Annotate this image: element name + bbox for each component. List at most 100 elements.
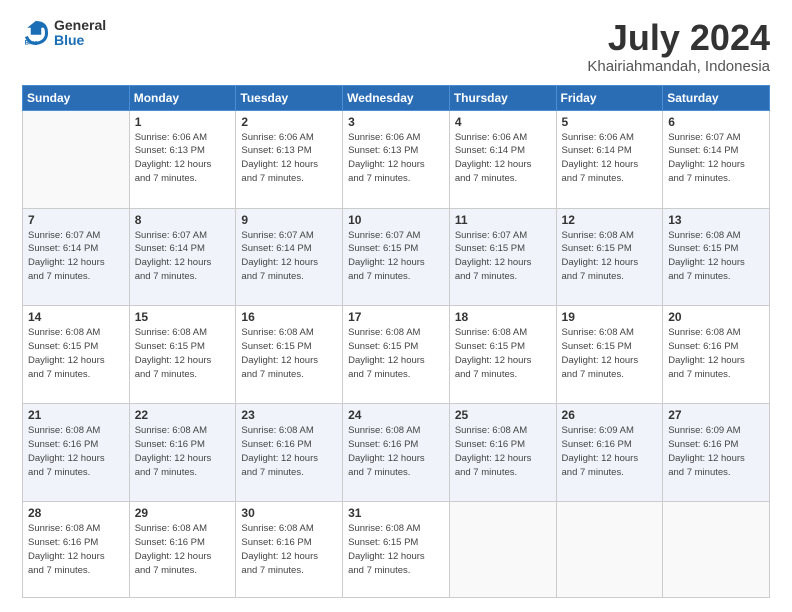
svg-text:Blue: Blue [25, 40, 39, 47]
logo-text: General Blue [54, 18, 106, 49]
day-info: Sunrise: 6:08 AM Sunset: 6:16 PM Dayligh… [241, 424, 337, 479]
table-row: 24Sunrise: 6:08 AM Sunset: 6:16 PM Dayli… [343, 404, 450, 502]
header-friday: Friday [556, 85, 663, 110]
day-info: Sunrise: 6:07 AM Sunset: 6:14 PM Dayligh… [241, 229, 337, 284]
day-number: 7 [28, 213, 124, 227]
table-row: 17Sunrise: 6:08 AM Sunset: 6:15 PM Dayli… [343, 306, 450, 404]
table-row: 23 Sunrise: 6:08 AM Sunset: 6:16 PM Dayli… [236, 404, 343, 502]
day-number: 5 [562, 115, 658, 129]
table-row: 9 Sunrise: 6:07 AM Sunset: 6:14 PM Daylig… [236, 208, 343, 306]
logo-icon: Blue [22, 19, 50, 47]
day-info: Sunrise: 6:08 AM Sunset: 6:16 PM Dayligh… [28, 424, 124, 479]
day-number: 9 [241, 213, 337, 227]
day-info: Sunrise: 6:06 AM Sunset: 6:13 PM Dayligh… [348, 131, 444, 186]
day-number: 23 [241, 408, 337, 422]
day-info: Sunrise: 6:08 AM Sunset: 6:15 PM Dayligh… [348, 522, 444, 577]
header-sunday: Sunday [23, 85, 130, 110]
table-row [663, 502, 770, 598]
table-row: 2 Sunrise: 6:06 AM Sunset: 6:13 PM Daylig… [236, 110, 343, 208]
table-row: 15 Sunrise: 6:08 AM Sunset: 6:15 PM Dayli… [129, 306, 236, 404]
table-row: 19 Sunrise: 6:08 AM Sunset: 6:15 PM Dayli… [556, 306, 663, 404]
table-row: 11 Sunrise: 6:07 AM Sunset: 6:15 PM Dayli… [449, 208, 556, 306]
table-row: 25 Sunrise: 6:08 AM Sunset: 6:16 PM Dayli… [449, 404, 556, 502]
day-number: 26 [562, 408, 658, 422]
table-row [23, 110, 130, 208]
day-info: Sunrise: 6:07 AM Sunset: 6:15 PM Dayligh… [455, 229, 551, 284]
day-info: Sunrise: 6:08 AM Sunset: 6:15 PM Dayligh… [455, 326, 551, 381]
day-number: 1 [135, 115, 231, 129]
day-number: 2 [241, 115, 337, 129]
table-row: 16 Sunrise: 6:08 AM Sunset: 6:15 PM Dayli… [236, 306, 343, 404]
day-info: Sunrise: 6:08 AM Sunset: 6:15 PM Dayligh… [668, 229, 764, 284]
table-row: 1Sunrise: 6:06 AM Sunset: 6:13 PM Daylig… [129, 110, 236, 208]
day-info: Sunrise: 6:08 AM Sunset: 6:15 PM Dayligh… [562, 326, 658, 381]
day-info: Sunrise: 6:08 AM Sunset: 6:16 PM Dayligh… [241, 522, 337, 577]
day-number: 31 [348, 506, 444, 520]
table-row [449, 502, 556, 598]
table-row: 10Sunrise: 6:07 AM Sunset: 6:15 PM Dayli… [343, 208, 450, 306]
header-tuesday: Tuesday [236, 85, 343, 110]
table-row: 28 Sunrise: 6:08 AM Sunset: 6:16 PM Dayli… [23, 502, 130, 598]
day-info: Sunrise: 6:07 AM Sunset: 6:14 PM Dayligh… [28, 229, 124, 284]
calendar-week-row: 7 Sunrise: 6:07 AM Sunset: 6:14 PM Daylig… [23, 208, 770, 306]
logo-blue-text: Blue [54, 33, 106, 48]
day-info: Sunrise: 6:08 AM Sunset: 6:16 PM Dayligh… [668, 326, 764, 381]
day-number: 27 [668, 408, 764, 422]
header-monday: Monday [129, 85, 236, 110]
day-number: 22 [135, 408, 231, 422]
day-number: 6 [668, 115, 764, 129]
day-info: Sunrise: 6:08 AM Sunset: 6:16 PM Dayligh… [135, 424, 231, 479]
table-row: 31 Sunrise: 6:08 AM Sunset: 6:15 PM Dayli… [343, 502, 450, 598]
day-number: 14 [28, 310, 124, 324]
header-wednesday: Wednesday [343, 85, 450, 110]
day-number: 18 [455, 310, 551, 324]
table-row: 14 Sunrise: 6:08 AM Sunset: 6:15 PM Dayli… [23, 306, 130, 404]
day-number: 12 [562, 213, 658, 227]
day-number: 28 [28, 506, 124, 520]
logo: Blue General Blue [22, 18, 106, 49]
header: Blue General Blue July 2024 Khairiahmand… [22, 18, 770, 75]
table-row: 13Sunrise: 6:08 AM Sunset: 6:15 PM Dayli… [663, 208, 770, 306]
day-number: 16 [241, 310, 337, 324]
title-month: July 2024 [587, 18, 770, 58]
table-row: 29Sunrise: 6:08 AM Sunset: 6:16 PM Dayli… [129, 502, 236, 598]
title-location: Khairiahmandah, Indonesia [587, 58, 770, 75]
day-number: 3 [348, 115, 444, 129]
day-number: 24 [348, 408, 444, 422]
day-info: Sunrise: 6:08 AM Sunset: 6:15 PM Dayligh… [241, 326, 337, 381]
table-row: 26 Sunrise: 6:09 AM Sunset: 6:16 PM Dayli… [556, 404, 663, 502]
day-info: Sunrise: 6:08 AM Sunset: 6:15 PM Dayligh… [28, 326, 124, 381]
table-row: 4Sunrise: 6:06 AM Sunset: 6:14 PM Daylig… [449, 110, 556, 208]
day-number: 30 [241, 506, 337, 520]
table-row [556, 502, 663, 598]
day-info: Sunrise: 6:08 AM Sunset: 6:15 PM Dayligh… [348, 326, 444, 381]
day-number: 11 [455, 213, 551, 227]
header-thursday: Thursday [449, 85, 556, 110]
weekday-header-row: Sunday Monday Tuesday Wednesday Thursday… [23, 85, 770, 110]
day-info: Sunrise: 6:08 AM Sunset: 6:16 PM Dayligh… [28, 522, 124, 577]
day-number: 21 [28, 408, 124, 422]
table-row: 20Sunrise: 6:08 AM Sunset: 6:16 PM Dayli… [663, 306, 770, 404]
calendar-week-row: 21 Sunrise: 6:08 AM Sunset: 6:16 PM Dayli… [23, 404, 770, 502]
table-row: 3 Sunrise: 6:06 AM Sunset: 6:13 PM Daylig… [343, 110, 450, 208]
title-block: July 2024 Khairiahmandah, Indonesia [587, 18, 770, 75]
day-info: Sunrise: 6:08 AM Sunset: 6:16 PM Dayligh… [455, 424, 551, 479]
day-info: Sunrise: 6:06 AM Sunset: 6:13 PM Dayligh… [241, 131, 337, 186]
day-number: 29 [135, 506, 231, 520]
table-row: 27Sunrise: 6:09 AM Sunset: 6:16 PM Dayli… [663, 404, 770, 502]
day-number: 25 [455, 408, 551, 422]
calendar-week-row: 14 Sunrise: 6:08 AM Sunset: 6:15 PM Dayli… [23, 306, 770, 404]
calendar-week-row: 28 Sunrise: 6:08 AM Sunset: 6:16 PM Dayli… [23, 502, 770, 598]
day-number: 19 [562, 310, 658, 324]
day-info: Sunrise: 6:07 AM Sunset: 6:14 PM Dayligh… [135, 229, 231, 284]
table-row: 6 Sunrise: 6:07 AM Sunset: 6:14 PM Daylig… [663, 110, 770, 208]
table-row: 7 Sunrise: 6:07 AM Sunset: 6:14 PM Daylig… [23, 208, 130, 306]
day-info: Sunrise: 6:07 AM Sunset: 6:14 PM Dayligh… [668, 131, 764, 186]
table-row: 8Sunrise: 6:07 AM Sunset: 6:14 PM Daylig… [129, 208, 236, 306]
calendar-table: Sunday Monday Tuesday Wednesday Thursday… [22, 85, 770, 598]
day-info: Sunrise: 6:09 AM Sunset: 6:16 PM Dayligh… [562, 424, 658, 479]
table-row: 30 Sunrise: 6:08 AM Sunset: 6:16 PM Dayli… [236, 502, 343, 598]
table-row: 12Sunrise: 6:08 AM Sunset: 6:15 PM Dayli… [556, 208, 663, 306]
day-number: 15 [135, 310, 231, 324]
day-info: Sunrise: 6:08 AM Sunset: 6:15 PM Dayligh… [135, 326, 231, 381]
